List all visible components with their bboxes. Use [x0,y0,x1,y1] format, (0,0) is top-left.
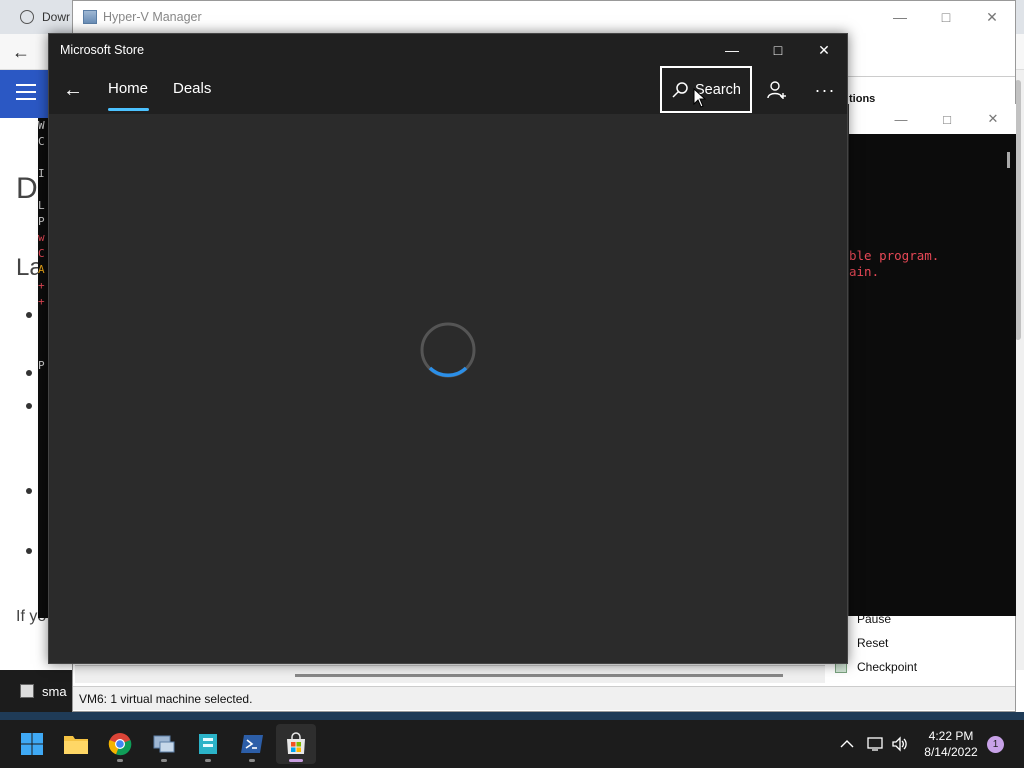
maximize-button[interactable]: □ [755,34,801,66]
actions-list: Pause Reset Checkpoint [831,607,1015,679]
close-button[interactable]: ✕ [970,104,1016,134]
action-label: Reset [857,636,889,650]
volume-icon[interactable] [888,720,912,768]
background-taskitem: sma [0,670,80,712]
hyper-v-titlebar[interactable]: Hyper-V Manager [73,1,1015,33]
console-scrollbar[interactable] [1007,152,1010,168]
status-bar: VM6: 1 virtual machine selected. [73,686,1015,710]
start-icon[interactable] [12,724,52,764]
microsoft-store-icon[interactable] [276,724,316,764]
powershell-icon[interactable] [232,724,272,764]
clock-date: 8/14/2022 [924,745,978,759]
back-arrow-icon[interactable]: ← [59,76,87,104]
action-checkpoint[interactable]: Checkpoint [831,655,1015,679]
browser-back-icon[interactable]: ← [12,42,30,63]
background-taskitem-label: sma [42,683,67,699]
hamburger-menu-icon[interactable] [16,84,36,104]
store-nav-bar: ← Home Deals Search ··· [49,66,847,114]
file-explorer-icon[interactable] [56,724,96,764]
action-label: Checkpoint [857,660,918,674]
running-indicator [205,759,211,762]
taskbar: 4:22 PM 8/14/2022 [0,720,1024,768]
close-button[interactable]: ✕ [969,1,1015,33]
console-error-line: ble program. [849,248,940,263]
vm-console-titlebar[interactable]: — □ ✕ [849,104,1016,134]
list-bullet [26,370,32,376]
network-icon[interactable] [864,720,888,768]
running-indicator [117,759,123,762]
clock[interactable]: 4:22 PM 8/14/2022 [916,728,986,760]
list-bullet [26,548,32,554]
browser-tab[interactable]: Dowr [8,4,72,30]
clock-time: 4:22 PM [928,729,974,743]
minimize-button[interactable]: — [878,104,924,134]
globe-icon [20,10,34,24]
active-indicator [289,759,303,762]
loading-spinner-icon [420,322,476,378]
chrome-icon[interactable] [100,724,140,764]
maximize-button[interactable]: □ [924,104,970,134]
more-options-icon[interactable]: ··· [809,76,841,104]
active-tab-indicator [108,108,149,111]
hyper-v-title: Hyper-V Manager [103,10,202,24]
list-bullet [26,312,32,318]
horizontal-scrollbar[interactable] [75,665,825,683]
minimize-button[interactable]: — [877,1,923,33]
minimize-button[interactable]: — [709,34,755,66]
maximize-button[interactable]: □ [923,1,969,33]
tab-home[interactable]: Home [108,80,148,97]
running-indicator [249,759,255,762]
add-account-icon[interactable] [761,76,793,104]
microsoft-store-window: Microsoft Store — □ ✕ ← Home Deals Searc… [48,33,848,664]
console-error-line: ain. [849,264,880,279]
hyper-v-icon [83,10,97,24]
hyper-v-vm-icon[interactable] [188,724,228,764]
running-indicator [161,759,167,762]
vm-console-window: — □ ✕ ble program. ain. [848,104,1016,616]
search-icon [672,81,688,98]
image-file-icon [20,684,34,698]
close-button[interactable]: ✕ [801,34,847,66]
list-bullet [26,488,32,494]
browser-tab-title: Dowr [42,10,71,24]
action-reset[interactable]: Reset [831,631,1015,655]
notification-badge[interactable]: 1 [987,736,1004,753]
show-hidden-icons-chevron-icon[interactable] [836,720,858,768]
store-title: Microsoft Store [60,43,145,57]
list-bullet [26,403,32,409]
mouse-cursor-icon [693,88,707,108]
tab-deals[interactable]: Deals [173,80,211,97]
hyper-v-manager-icon[interactable] [144,724,184,764]
